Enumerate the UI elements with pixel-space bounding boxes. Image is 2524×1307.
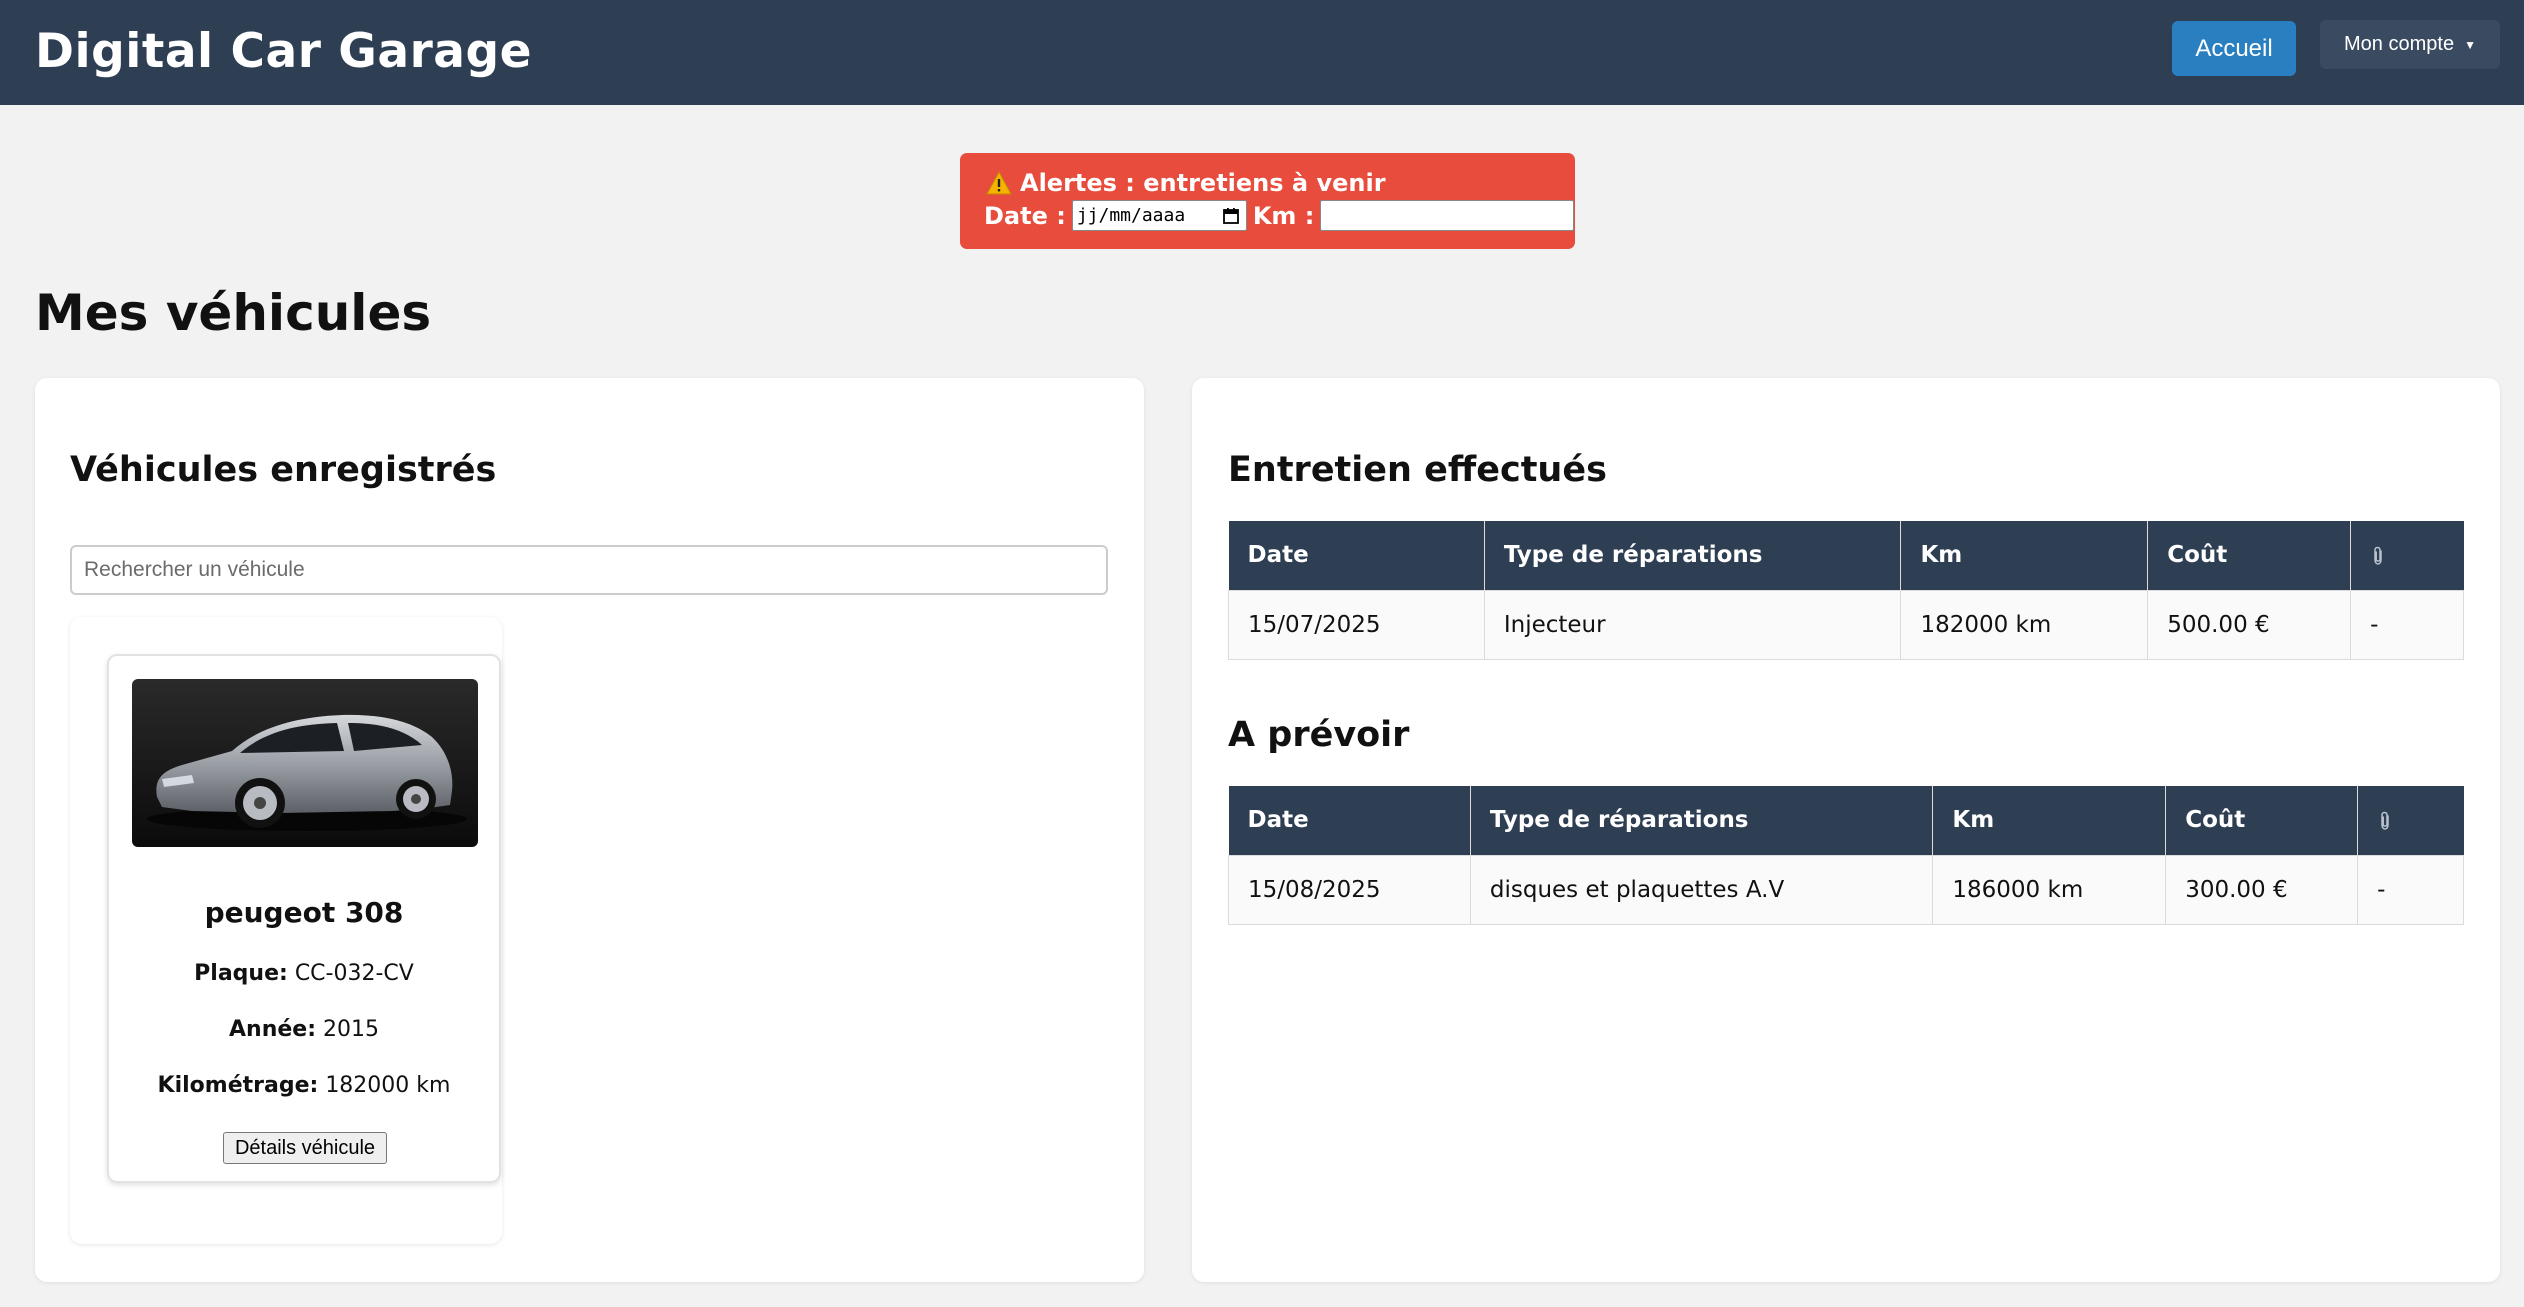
column-header-type: Type de réparations [1484,521,1902,590]
paperclip-icon [2381,811,2389,830]
vehicle-plate-label: Plaque: [194,961,288,986]
cell-km: 182000 km [1900,589,2149,660]
column-header-attachment [2357,786,2464,855]
cell-cost: 300.00 € [2165,854,2359,925]
column-header-type: Type de réparations [1470,786,1934,855]
cell-type: disques et plaquettes A.V [1469,854,1934,925]
alert-title: Alertes : entretiens à venir [1020,169,1386,197]
cell-date: 15/07/2025 [1228,589,1485,660]
car-photo [132,679,478,847]
top-navbar: Digital Car Garage Accueil Mon compte ▼ [0,0,2524,105]
maintenance-planned-table: Date Type de réparations Km Coût 15/08/2… [1228,786,2464,925]
warning-icon [986,171,1012,195]
caret-down-icon: ▼ [2464,37,2476,52]
column-header-km: Km [1932,786,2167,855]
alert-km-input[interactable] [1320,200,1575,231]
vehicle-name: peugeot 308 [204,896,404,929]
page-title: Mes véhicules [35,284,432,342]
account-menu-button[interactable]: Mon compte ▼ [2320,20,2500,69]
vehicle-plate-line: Plaque: CC-032-CV [109,961,499,986]
cell-date: 15/08/2025 [1228,854,1471,925]
calendar-icon[interactable] [1222,207,1240,225]
cell-km: 186000 km [1932,854,2167,925]
vehicles-panel: Véhicules enregistrés Rechercher un véhi… [35,378,1144,1282]
vehicle-details-button[interactable]: Détails véhicule [223,1132,387,1164]
column-header-cost: Coût [2165,786,2359,855]
table-header-row: Date Type de réparations Km Coût [1228,521,2464,590]
vehicle-km-label: Kilométrage: [157,1073,319,1098]
table-row: 15/08/2025 disques et plaquettes A.V 186… [1228,854,2464,925]
vehicle-search-input[interactable]: Rechercher un véhicule [70,545,1108,595]
table-header-row: Date Type de réparations Km Coût [1228,786,2464,855]
vehicle-year-value: 2015 [323,1017,379,1042]
paperclip-icon [2374,546,2382,565]
vehicle-card[interactable]: peugeot 308 Plaque: CC-032-CV Année: 201… [107,654,501,1183]
maintenance-done-table: Date Type de réparations Km Coût 15/07/2… [1228,521,2464,660]
alert-km-label: Km : [1252,201,1315,230]
maintenance-done-heading: Entretien effectués [1228,450,1607,490]
account-menu-label: Mon compte [2344,33,2455,55]
date-input-placeholder: jj/mm/aaaa [1076,205,1186,226]
column-header-cost: Coût [2147,521,2352,590]
column-header-date: Date [1228,786,1471,855]
vehicle-plate-value: CC-032-CV [294,961,414,986]
cell-cost: 500.00 € [2147,589,2352,660]
cell-type: Injecteur [1483,589,1902,660]
alert-date-label: Date : [984,201,1066,230]
vehicle-km-value: 182000 km [325,1073,451,1098]
table-row: 15/07/2025 Injecteur 182000 km 500.00 € … [1228,589,2464,660]
maintenance-planned-heading: A prévoir [1228,715,1410,755]
vehicles-heading: Véhicules enregistrés [70,450,497,490]
brand-title[interactable]: Digital Car Garage [35,24,532,79]
vehicle-list: peugeot 308 Plaque: CC-032-CV Année: 201… [70,617,502,1244]
alert-date-input[interactable]: jj/mm/aaaa [1071,200,1247,231]
cell-attachment: - [2357,854,2464,925]
maintenance-panel: Entretien effectués Date Type de réparat… [1192,378,2500,1282]
vehicle-km-line: Kilométrage: 182000 km [109,1073,499,1098]
cell-attachment: - [2350,589,2464,660]
column-header-date: Date [1228,521,1485,590]
column-header-attachment [2350,521,2464,590]
column-header-km: Km [1900,521,2149,590]
vehicle-year-label: Année: [229,1017,316,1042]
vehicle-year-line: Année: 2015 [109,1017,499,1042]
maintenance-alert-box: Alertes : entretiens à venir Date : jj/m… [960,153,1575,249]
home-button[interactable]: Accueil [2172,21,2296,76]
